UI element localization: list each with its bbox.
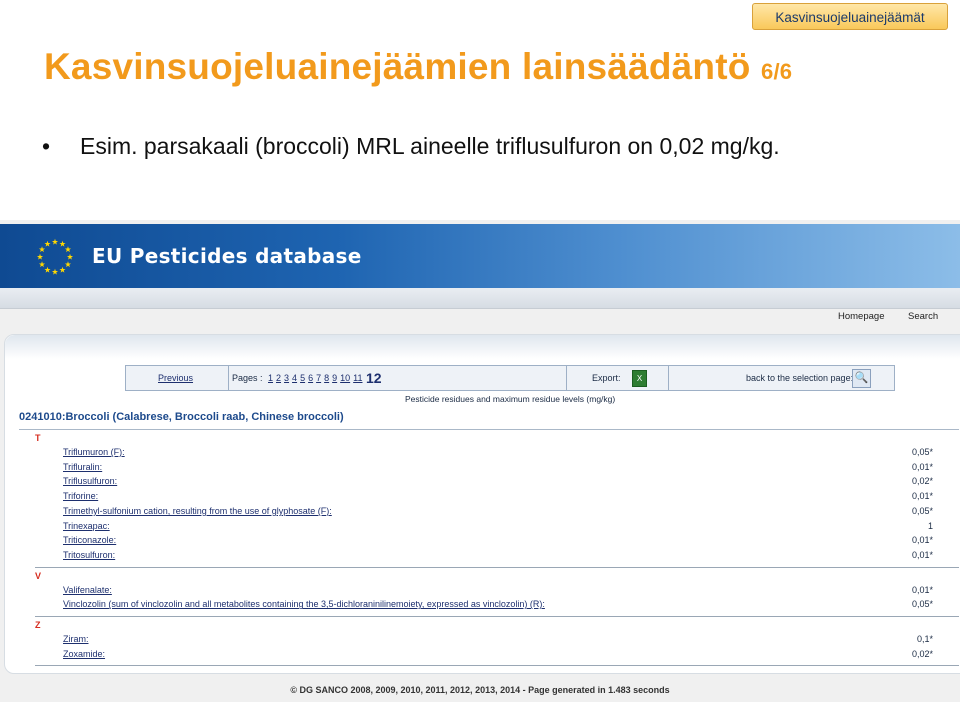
excel-export-icon[interactable]: X <box>632 370 647 387</box>
residue-row: Triforine: 0,01* <box>63 491 933 505</box>
substance-link[interactable]: Vinclozolin (sum of vinclozolin and all … <box>63 599 545 609</box>
mrl-value: 0,01* <box>911 549 933 560</box>
substance-link[interactable]: Triforine: <box>63 491 98 501</box>
mrl-value: 0,01* <box>911 461 933 472</box>
previous-link[interactable]: Previous <box>158 366 193 390</box>
eu-star-icon <box>59 266 66 273</box>
page-link[interactable]: 4 <box>292 373 297 383</box>
current-page: 12 <box>366 370 382 386</box>
mrl-value: 0,02* <box>911 648 933 659</box>
site-title: EU Pesticides database <box>92 244 362 268</box>
site-banner: EU Pesticides database <box>0 224 960 288</box>
eu-star-icon <box>51 268 59 275</box>
substance-link[interactable]: Trimethyl-sulfonium cation, resulting fr… <box>63 506 332 516</box>
group-divider <box>35 665 959 667</box>
eu-star-icon <box>38 261 46 268</box>
bullet-dot-icon: • <box>42 133 51 159</box>
nav-links: Homepage Search <box>0 308 960 326</box>
mrl-value: 0,02* <box>911 476 933 487</box>
group-divider <box>35 566 959 568</box>
eu-stars-icon <box>36 238 74 275</box>
divider <box>19 429 959 430</box>
residue-row: Triflusulfuron: 0,02* <box>63 476 933 490</box>
page-links: 1 2 3 4 5 6 7 8 9 10 11 <box>268 366 366 390</box>
eu-star-icon <box>44 240 51 247</box>
pages-label: Pages : <box>232 373 263 383</box>
back-label: back to the selection page: <box>746 373 854 383</box>
topic-badge: Kasvinsuojeluainejäämät <box>752 3 948 30</box>
group-letter: T <box>35 433 41 443</box>
residue-row: Triticonazole: 0,01* <box>63 535 933 549</box>
substance-link[interactable]: Tritosulfuron: <box>63 550 115 560</box>
top-nav-bar <box>0 288 960 309</box>
footer-copyright: © DG SANCO 2008, 2009, 2010, 2011, 2012,… <box>290 685 670 695</box>
page-link[interactable]: 1 <box>268 373 273 383</box>
pager-divider <box>566 366 567 390</box>
bullet-point: • Esim. parsakaali (broccoli) MRL aineel… <box>42 132 842 161</box>
magnifier-icon[interactable]: 🔍 <box>852 369 871 388</box>
mrl-value: 0,01* <box>911 584 933 595</box>
eu-star-icon <box>38 246 46 253</box>
slide-page-number: 6/6 <box>761 59 793 84</box>
substance-link[interactable]: Triflusulfuron: <box>63 476 117 486</box>
mrl-value: 0,1* <box>916 634 933 644</box>
page-link[interactable]: 2 <box>276 373 281 383</box>
substance-link[interactable]: Valifenalate: <box>63 585 112 595</box>
eu-star-icon <box>66 253 74 260</box>
page-link[interactable]: 11 <box>353 373 362 383</box>
eu-star-icon <box>36 253 44 260</box>
mrl-value: 0,01* <box>911 535 933 546</box>
substance-link[interactable]: Ziram: <box>63 634 89 644</box>
results-panel: Previous Pages : 1 2 3 4 5 6 7 8 9 10 11 12 Export… <box>4 334 960 674</box>
group-letter: Z <box>35 620 41 630</box>
residue-row: Tritosulfuron: 0,01* <box>63 550 933 564</box>
mrl-value: 0,05* <box>911 599 933 610</box>
eu-star-icon <box>64 246 72 253</box>
page-link[interactable]: 10 <box>340 373 350 383</box>
mrl-value: 0,05* <box>911 447 933 457</box>
pager-divider <box>668 366 669 390</box>
residue-row: Valifenalate: 0,01* <box>63 585 933 599</box>
substance-link[interactable]: Trifluralin: <box>63 462 102 472</box>
substance-link[interactable]: Triflumuron (F): <box>63 447 125 457</box>
search-link[interactable]: Search <box>908 311 938 322</box>
residue-row: Trinexapac: 1 <box>63 521 933 535</box>
residue-row: Ziram: 0,1* <box>63 634 933 648</box>
slide-title-text: Kasvinsuojeluainejäämien lainsäädäntö <box>44 46 751 87</box>
page-link[interactable]: 9 <box>332 373 337 383</box>
page-link[interactable]: 3 <box>284 373 289 383</box>
mrl-value: 1 <box>927 520 933 531</box>
mrl-value: 0,05* <box>911 505 933 516</box>
eu-star-icon <box>51 238 59 245</box>
residue-row: Triflumuron (F): 0,05* <box>63 447 933 461</box>
substance-link[interactable]: Trinexapac: <box>63 521 110 531</box>
eu-star-icon <box>59 240 66 247</box>
residue-row: Vinclozolin (sum of vinclozolin and all … <box>63 599 933 613</box>
residue-row: Trimethyl-sulfonium cation, resulting fr… <box>63 506 933 520</box>
group-letter: V <box>35 570 42 581</box>
product-heading: 0241010:Broccoli (Calabrese, Broccoli ra… <box>19 411 344 423</box>
export-label: Export: <box>592 373 621 383</box>
page-link[interactable]: 5 <box>300 373 305 383</box>
group-divider <box>35 616 959 617</box>
residue-row: Trifluralin: 0,01* <box>63 462 933 476</box>
page-link[interactable]: 8 <box>324 373 329 383</box>
bullet-text: Esim. parsakaali (broccoli) MRL aineelle… <box>80 133 780 159</box>
panel-header <box>5 335 960 359</box>
substance-link[interactable]: Triticonazole: <box>63 535 116 545</box>
residue-row: Zoxamide: 0,02* <box>63 649 933 663</box>
eu-star-icon <box>64 261 72 268</box>
pager-bar: Previous Pages : 1 2 3 4 5 6 7 8 9 10 11 12 Export… <box>125 365 895 391</box>
homepage-link[interactable]: Homepage <box>838 311 884 322</box>
database-screenshot: EU Pesticides database Homepage Search P… <box>0 220 960 702</box>
slide-title: Kasvinsuojeluainejäämien lainsäädäntö 6/… <box>44 46 792 88</box>
page-link[interactable]: 6 <box>308 373 313 383</box>
pager-divider <box>228 366 229 390</box>
eu-star-icon <box>44 266 51 273</box>
page-link[interactable]: 7 <box>316 373 321 383</box>
substance-link[interactable]: Zoxamide: <box>63 649 105 659</box>
mrl-value: 0,01* <box>911 491 933 502</box>
table-subheading: Pesticide residues and maximum residue l… <box>405 394 616 404</box>
